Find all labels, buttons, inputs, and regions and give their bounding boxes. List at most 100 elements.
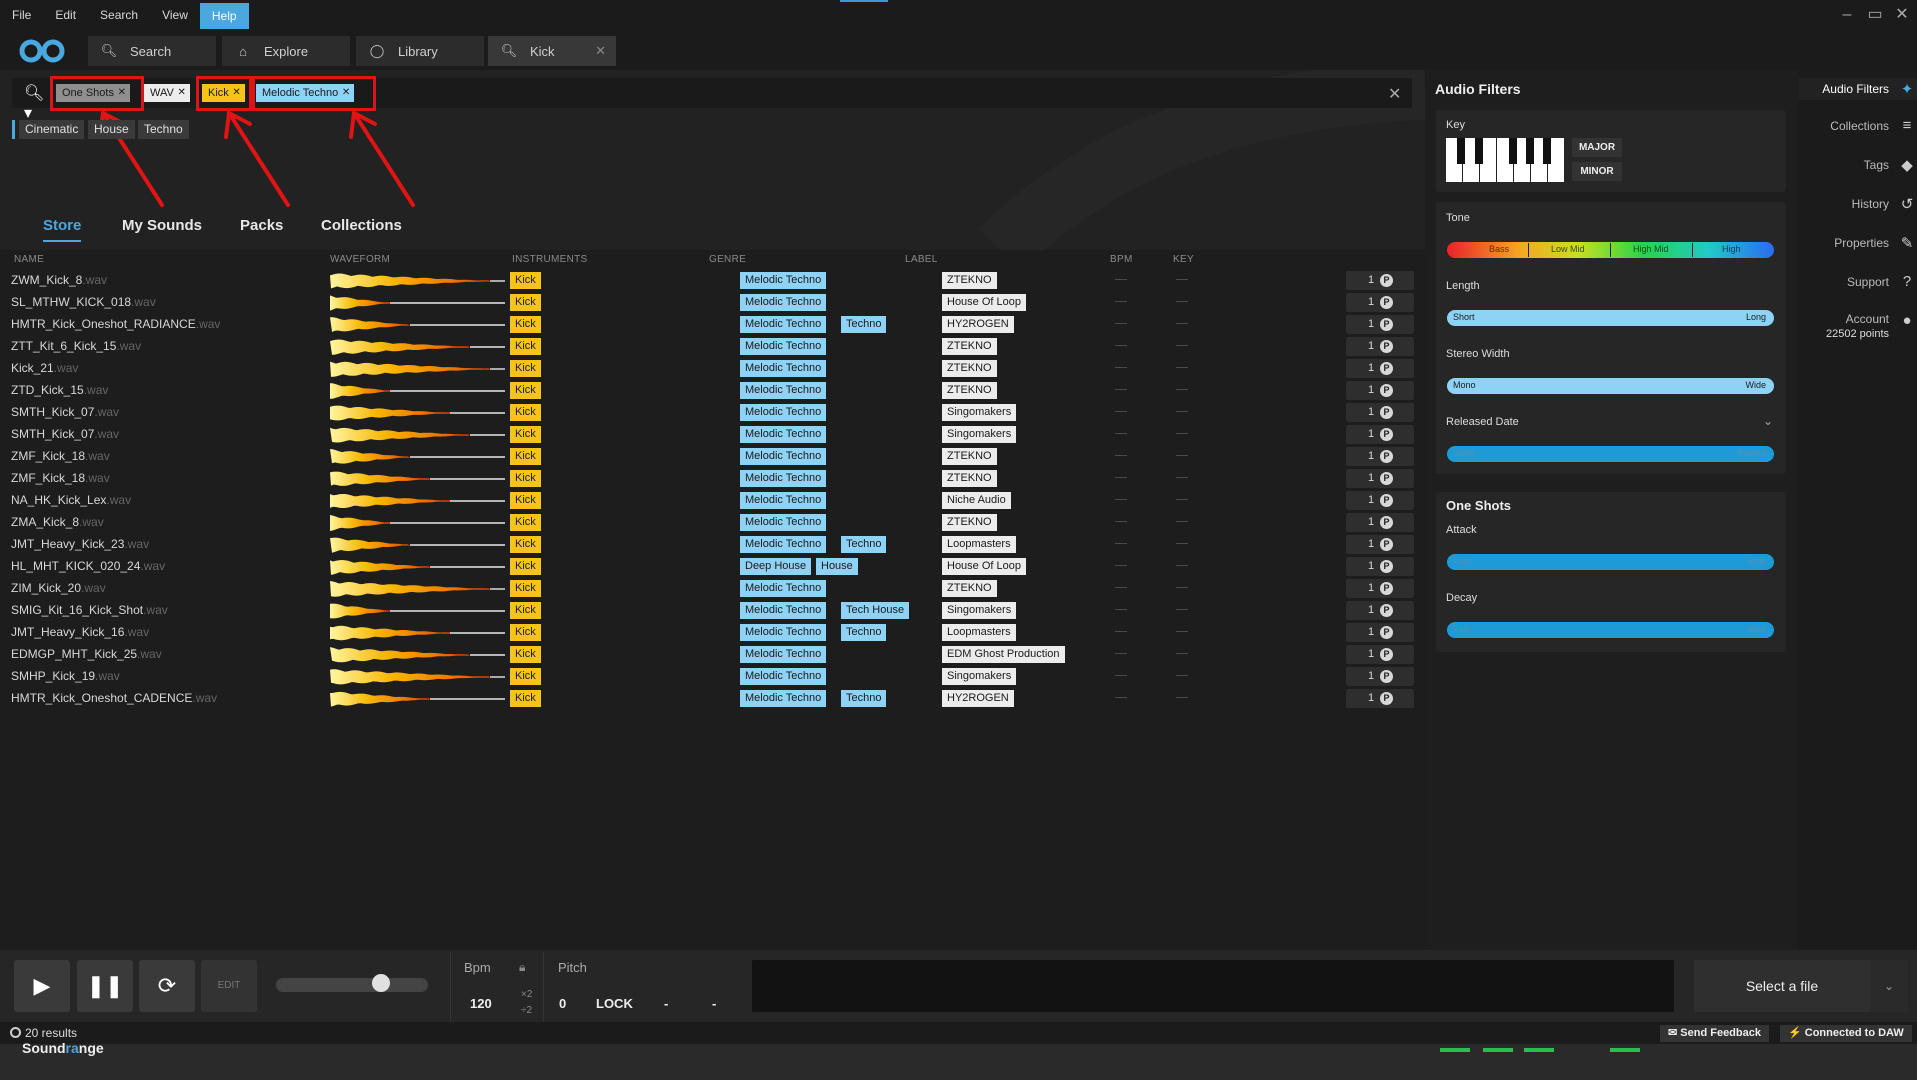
waveform-thumbnail[interactable] xyxy=(330,382,505,400)
instrument-tag[interactable]: Kick xyxy=(510,426,541,443)
label-tag[interactable]: HY2ROGEN xyxy=(942,316,1014,333)
table-row[interactable]: JMT_Heavy_Kick_16.wav Kick Melodic Techno T… xyxy=(0,622,1425,644)
waveform-thumbnail[interactable] xyxy=(330,426,505,444)
table-row[interactable]: HMTR_Kick_Oneshot_CADENCE.wav Kick Melodic… xyxy=(0,688,1425,710)
tab-kick[interactable]: 🔍︎ Kick ✕ xyxy=(488,36,616,66)
table-row[interactable]: ZMA_Kick_8.wav Kick Melodic Techno ZTEKNO 1 P xyxy=(0,512,1425,534)
label-tag[interactable]: ZTEKNO xyxy=(942,338,997,355)
label-tag[interactable]: HY2ROGEN xyxy=(942,690,1014,707)
instrument-tag[interactable]: Kick xyxy=(510,536,541,553)
label-tag[interactable]: Loopmasters xyxy=(942,624,1016,641)
label-tag[interactable]: House Of Loop xyxy=(942,558,1026,575)
pitch-lock-button[interactable]: LOCK xyxy=(596,996,633,1011)
sample-name[interactable]: HL_MHT_KICK_020_24.wav xyxy=(11,559,165,573)
close-tab-icon[interactable]: ✕ xyxy=(595,43,606,59)
credits-button[interactable]: 1P xyxy=(1346,447,1414,466)
credits-button[interactable]: 1P xyxy=(1346,359,1414,378)
waveform-thumbnail[interactable] xyxy=(330,536,505,554)
credits-button[interactable]: 1P xyxy=(1346,293,1414,312)
genre-tag[interactable]: Deep House xyxy=(740,558,812,575)
decay-slider[interactable]: Fast Slow xyxy=(1447,622,1774,638)
genre-tag[interactable]: Techno xyxy=(841,316,887,333)
minor-button[interactable]: MINOR xyxy=(1572,162,1622,181)
credits-button[interactable]: 1P xyxy=(1346,645,1414,664)
column-genre[interactable]: GENRE xyxy=(709,254,746,265)
genre-tag[interactable]: Melodic Techno xyxy=(740,338,827,355)
table-row[interactable]: HL_MHT_KICK_020_24.wav Kick Deep House Hous… xyxy=(0,556,1425,578)
label-tag[interactable]: EDM Ghost Production xyxy=(942,646,1065,663)
volume-knob[interactable] xyxy=(372,974,390,992)
genre-tag[interactable]: Melodic Techno xyxy=(740,448,827,465)
sample-name[interactable]: ZMA_Kick_8.wav xyxy=(11,515,104,529)
genre-tag[interactable]: Melodic Techno xyxy=(740,536,827,553)
sidebar-item-properties[interactable]: Properties ✎ xyxy=(1799,234,1917,252)
suggestion-cinematic[interactable]: Cinematic xyxy=(19,120,85,139)
credits-button[interactable]: 1P xyxy=(1346,425,1414,444)
sample-name[interactable]: JMT_Heavy_Kick_23.wav xyxy=(11,537,149,551)
credits-button[interactable]: 1P xyxy=(1346,315,1414,334)
bpm-half-button[interactable]: ÷2 xyxy=(521,1005,532,1016)
chevron-down-icon[interactable]: ⌄ xyxy=(1763,414,1773,428)
genre-tag[interactable]: Melodic Techno xyxy=(740,492,827,509)
sample-name[interactable]: EDMGP_MHT_Kick_25.wav xyxy=(11,647,162,661)
instrument-tag[interactable]: Kick xyxy=(510,404,541,421)
genre-tag[interactable]: Melodic Techno xyxy=(740,514,827,531)
instrument-tag[interactable]: Kick xyxy=(510,316,541,333)
waveform-thumbnail[interactable] xyxy=(330,514,505,532)
credits-button[interactable]: 1P xyxy=(1346,403,1414,422)
genre-tag[interactable]: Melodic Techno xyxy=(740,294,827,311)
connected-daw-button[interactable]: ⚡ Connected to DAW xyxy=(1780,1025,1912,1042)
label-tag[interactable]: Singomakers xyxy=(942,602,1017,619)
select-file-button[interactable]: Select a file xyxy=(1694,960,1870,1012)
waveform-thumbnail[interactable] xyxy=(330,294,505,312)
waveform-thumbnail[interactable] xyxy=(330,492,505,510)
genre-tag[interactable]: Melodic Techno xyxy=(740,316,827,333)
sidebar-item-history[interactable]: History ↺ xyxy=(1799,195,1917,213)
column-name[interactable]: NAME xyxy=(14,254,44,265)
instrument-tag[interactable]: Kick xyxy=(510,360,541,377)
minimize-icon[interactable]: – xyxy=(1838,6,1856,24)
table-row[interactable]: ZTD_Kick_15.wav Kick Melodic Techno ZTEKNO 1… xyxy=(0,380,1425,402)
table-row[interactable]: HMTR_Kick_Oneshot_RADIANCE.wav Kick Melodi… xyxy=(0,314,1425,336)
sample-name[interactable]: ZTT_Kit_6_Kick_15.wav xyxy=(11,339,141,353)
suggestion-house[interactable]: House xyxy=(88,120,135,139)
tab-packs[interactable]: Packs xyxy=(240,217,283,234)
credits-button[interactable]: 1P xyxy=(1346,667,1414,686)
lock-icon[interactable]: 🔒︎ xyxy=(519,960,525,975)
credits-button[interactable]: 1P xyxy=(1346,623,1414,642)
sample-name[interactable]: ZMF_Kick_18.wav xyxy=(11,471,110,485)
tone-slider[interactable]: Bass Low Mid High Mid High xyxy=(1447,242,1774,258)
piano-keyboard[interactable] xyxy=(1446,138,1564,182)
waveform-thumbnail[interactable] xyxy=(330,646,505,664)
waveform-thumbnail[interactable] xyxy=(330,360,505,378)
table-row[interactable]: SMTH_Kick_07.wav Kick Melodic Techno Singom… xyxy=(0,402,1425,424)
bpm-value[interactable]: 120 xyxy=(470,996,492,1011)
sidebar-item-tags[interactable]: Tags ◆ xyxy=(1799,156,1917,174)
credits-button[interactable]: 1P xyxy=(1346,337,1414,356)
label-tag[interactable]: ZTEKNO xyxy=(942,382,997,399)
waveform-thumbnail[interactable] xyxy=(330,338,505,356)
credits-button[interactable]: 1P xyxy=(1346,601,1414,620)
sample-name[interactable]: JMT_Heavy_Kick_16.wav xyxy=(11,625,149,639)
instrument-tag[interactable]: Kick xyxy=(510,690,541,707)
genre-tag[interactable]: Melodic Techno xyxy=(740,580,827,597)
column-key[interactable]: KEY xyxy=(1173,254,1194,265)
label-tag[interactable]: ZTEKNO xyxy=(942,580,997,597)
major-button[interactable]: MAJOR xyxy=(1572,138,1622,157)
label-tag[interactable]: House Of Loop xyxy=(942,294,1026,311)
genre-tag[interactable]: Melodic Techno xyxy=(740,646,827,663)
credits-button[interactable]: 1P xyxy=(1346,535,1414,554)
genre-tag[interactable]: Melodic Techno xyxy=(740,382,827,399)
instrument-tag[interactable]: Kick xyxy=(510,558,541,575)
waveform-thumbnail[interactable] xyxy=(330,602,505,620)
instrument-tag[interactable]: Kick xyxy=(510,448,541,465)
column-instruments[interactable]: INSTRUMENTS xyxy=(512,254,588,265)
genre-tag[interactable]: Techno xyxy=(841,536,887,553)
waveform-thumbnail[interactable] xyxy=(330,558,505,576)
tab-my-sounds[interactable]: My Sounds xyxy=(122,217,202,234)
genre-tag[interactable]: Melodic Techno xyxy=(740,404,827,421)
table-row[interactable]: ZTT_Kit_6_Kick_15.wav Kick Melodic Techno Z… xyxy=(0,336,1425,358)
send-feedback-button[interactable]: ✉ Send Feedback xyxy=(1660,1025,1769,1042)
waveform-thumbnail[interactable] xyxy=(330,690,505,708)
chevron-down-icon[interactable]: ⌄ xyxy=(1870,960,1908,1012)
